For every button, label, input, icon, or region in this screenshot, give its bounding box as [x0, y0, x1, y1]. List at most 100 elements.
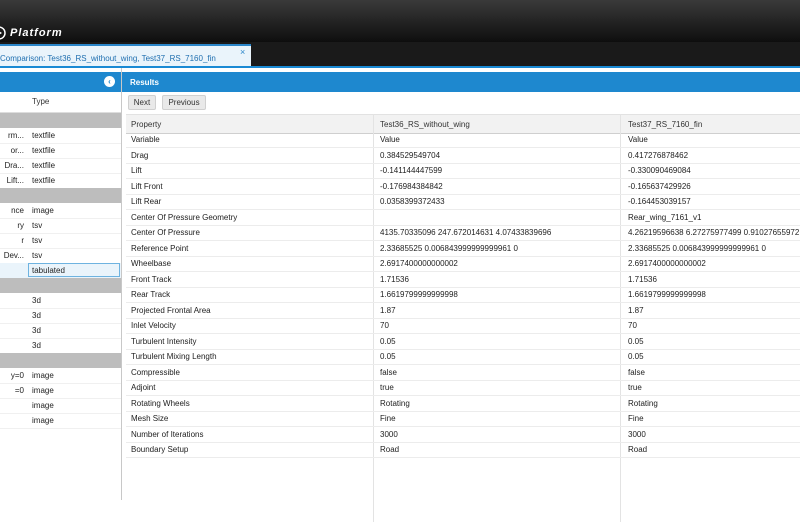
results-panel: Results Next Previous Property Test36_RS…: [122, 68, 800, 522]
file-name: y=0: [10, 371, 24, 380]
left-panel-column-header: Type: [0, 92, 121, 113]
cell-property: Projected Frontal Area: [131, 305, 211, 315]
file-name: =0: [14, 386, 24, 395]
table-row[interactable]: Turbulent Intensity 0.05 0.05: [126, 334, 800, 350]
file-list-item[interactable]: ry tsv: [0, 218, 121, 234]
file-list-item[interactable]: tabulated: [0, 263, 121, 279]
table-row[interactable]: Wheelbase 2.6917400000000002 2.69174000000…: [126, 256, 800, 272]
file-type: tsv: [32, 236, 43, 245]
file-type: image: [32, 386, 54, 395]
cell-test36: 0.05: [380, 336, 396, 346]
cell-test37: Fine: [628, 414, 644, 423]
results-header: Results: [122, 72, 800, 92]
file-type: image: [32, 416, 54, 425]
cell-test36: 2.6917400000000002: [380, 259, 458, 268]
cell-test37: 3000: [628, 429, 646, 439]
table-row[interactable]: Rear Track 1.6619799999999998 1.6619799999…: [126, 287, 800, 303]
cell-test36: Fine: [380, 414, 396, 423]
cell-test37: Road: [628, 445, 648, 454]
collapse-icon[interactable]: ‹: [104, 76, 115, 87]
cell-test36: 1.6619799999999998: [380, 290, 458, 299]
file-type: textfile: [32, 146, 56, 155]
file-type: tabulated: [32, 266, 65, 275]
table-row[interactable]: Projected Frontal Area 1.87 1.87: [126, 303, 800, 319]
table-row[interactable]: Mesh Size Fine Fine: [126, 411, 800, 427]
cell-test37: 70: [628, 321, 637, 330]
table-row[interactable]: Center Of Pressure Geometry Rear_wing_716…: [126, 210, 800, 226]
close-icon[interactable]: ×: [240, 48, 245, 57]
cell-test36: -0.176984384842: [380, 181, 443, 191]
table-row[interactable]: Inlet Velocity 70 70: [126, 318, 800, 334]
cell-test37: 1.6619799999999998: [628, 290, 706, 299]
left-panel-header: ‹: [0, 72, 121, 92]
table-row[interactable]: Drag 0.384529549704 0.417276878462: [126, 148, 800, 164]
table-row[interactable]: Variable Value Value: [126, 132, 800, 148]
file-list-item[interactable]: =0 image: [0, 383, 121, 399]
file-list-item[interactable]: r tsv: [0, 233, 121, 249]
file-list-item[interactable]: image: [0, 398, 121, 414]
previous-button[interactable]: Previous: [162, 95, 206, 110]
cell-property: Mesh Size: [131, 414, 169, 423]
file-type: image: [32, 371, 54, 380]
brand-logo[interactable]: Platform: [0, 26, 63, 40]
cell-test36: 0.384529549704: [380, 150, 441, 160]
cell-test36: true: [380, 383, 394, 392]
file-list-item[interactable]: 3d: [0, 338, 121, 354]
group-header[interactable]: [0, 113, 121, 128]
next-button[interactable]: Next: [128, 95, 156, 110]
cell-property: Compressible: [131, 367, 180, 377]
file-name: Lift...: [6, 176, 24, 185]
cell-property: Lift Rear: [131, 197, 162, 206]
column-header-property[interactable]: Property: [131, 120, 161, 129]
file-list-item[interactable]: Lift... textfile: [0, 173, 121, 189]
file-name: or...: [10, 146, 24, 155]
tab-comparison[interactable]: Comparison: Test36_RS_without_wing, Test…: [0, 44, 251, 66]
table-row[interactable]: Front Track 1.71536 1.71536: [126, 272, 800, 288]
cell-property: Lift Front: [131, 181, 163, 191]
file-name: Dev...: [3, 251, 24, 260]
brand-name: Platform: [10, 27, 63, 39]
group-header[interactable]: [0, 353, 121, 368]
cell-property: Wheelbase: [131, 259, 172, 268]
cell-test36: Road: [380, 445, 400, 454]
file-list-item[interactable]: 3d: [0, 323, 121, 339]
table-row[interactable]: Turbulent Mixing Length 0.05 0.05: [126, 349, 800, 365]
cell-test37: true: [628, 383, 642, 392]
table-row[interactable]: Adjoint true true: [126, 380, 800, 396]
group-header[interactable]: [0, 278, 121, 293]
file-list-item[interactable]: 3d: [0, 293, 121, 309]
column-header-test37[interactable]: Test37_RS_7160_fin: [628, 120, 702, 129]
column-header-test36[interactable]: Test36_RS_without_wing: [380, 120, 470, 129]
group-header[interactable]: [0, 188, 121, 203]
file-list-item[interactable]: image: [0, 413, 121, 429]
cell-test36: 0.05: [380, 352, 396, 361]
cell-test37: -0.164453039157: [628, 197, 691, 206]
file-type: 3d: [32, 326, 41, 335]
file-name: ry: [17, 221, 24, 230]
file-list-item[interactable]: 3d: [0, 308, 121, 324]
table-row[interactable]: Rotating Wheels Rotating Rotating: [126, 396, 800, 412]
table-row[interactable]: Compressible false false: [126, 365, 800, 381]
file-name: r: [21, 236, 24, 245]
cell-property: Inlet Velocity: [131, 321, 176, 330]
cell-test37: -0.330090469084: [628, 166, 691, 175]
file-list-item[interactable]: Dev... tsv: [0, 248, 121, 264]
cell-property: Variable: [131, 135, 160, 144]
cell-property: Number of Iterations: [131, 429, 204, 439]
file-list-item[interactable]: Dra... textfile: [0, 158, 121, 174]
cell-test36: false: [380, 367, 397, 377]
table-row[interactable]: Lift Front -0.176984384842 -0.165637429926: [126, 179, 800, 195]
table-row[interactable]: Boundary Setup Road Road: [126, 442, 800, 458]
table-row[interactable]: Lift -0.141144447599 -0.330090469084: [126, 163, 800, 179]
cell-test37: 4.26219596638 6.27275977499 0.9102765597…: [628, 228, 800, 237]
table-row[interactable]: Center Of Pressure 4135.70335096 247.6720…: [126, 225, 800, 241]
table-row[interactable]: Lift Rear 0.0358399372433 -0.164453039157: [126, 194, 800, 210]
type-column-header[interactable]: Type: [32, 97, 49, 106]
file-list-item[interactable]: or... textfile: [0, 143, 121, 159]
file-type: 3d: [32, 296, 41, 305]
file-list-item[interactable]: y=0 image: [0, 368, 121, 384]
table-row[interactable]: Number of Iterations 3000 3000: [126, 427, 800, 443]
table-row[interactable]: Reference Point 2.33685525 0.006843999999…: [126, 241, 800, 257]
file-list-item[interactable]: rm... textfile: [0, 128, 121, 144]
file-list-item[interactable]: nce image: [0, 203, 121, 219]
